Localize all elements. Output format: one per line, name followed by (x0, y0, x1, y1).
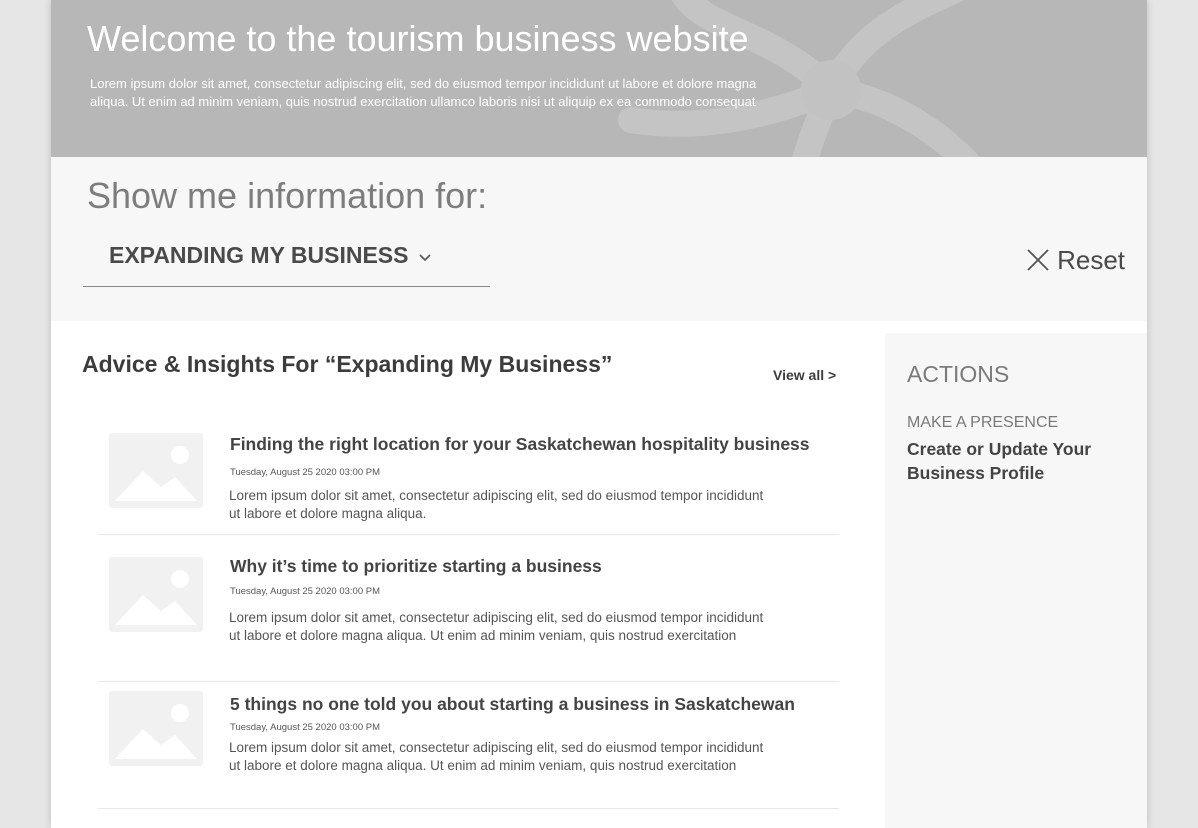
hero-description: Lorem ipsum dolor sit amet, consectetur … (90, 76, 757, 109)
article-excerpt: Lorem ipsum dolor sit amet, consectetur … (229, 610, 764, 643)
section-title: Advice & Insights For “Expanding My Busi… (82, 351, 613, 377)
article-item[interactable]: 5 things no one told you about starting … (98, 682, 839, 809)
chevron-down-icon (419, 254, 431, 262)
article-excerpt: Lorem ipsum dolor sit amet, consectetur … (229, 488, 764, 521)
image-placeholder-icon (109, 433, 203, 508)
hero-banner: Welcome to the tourism business website … (51, 0, 1147, 157)
page: Welcome to the tourism business website … (51, 0, 1147, 828)
article-title: Why it’s time to prioritize starting a b… (230, 556, 602, 576)
article-item[interactable]: Finding the right location for your Sask… (98, 413, 839, 535)
filter-panel: Show me information for: EXPANDING MY BU… (51, 157, 1147, 321)
filter-heading: Show me information for: (87, 175, 488, 216)
hero-title: Welcome to the tourism business website (87, 18, 749, 59)
audience-dropdown[interactable]: EXPANDING MY BUSINESS (83, 232, 490, 287)
sidebar-heading: ACTIONS (907, 361, 1010, 387)
dropdown-selected-value: EXPANDING MY BUSINESS (109, 242, 409, 268)
reset-button[interactable]: Reset (1027, 244, 1125, 276)
actions-sidebar: ACTIONS MAKE A PRESENCE Create or Update… (885, 333, 1147, 828)
article-date: Tuesday, August 25 2020 03:00 PM (230, 722, 380, 733)
reset-label: Reset (1057, 244, 1125, 275)
main-content: Advice & Insights For “Expanding My Busi… (51, 321, 885, 828)
article-item[interactable]: Why it’s time to prioritize starting a b… (98, 535, 839, 682)
view-all-link[interactable]: View all > (773, 367, 836, 383)
sidebar-subheading: MAKE A PRESENCE (907, 414, 1059, 431)
image-placeholder-icon (109, 557, 203, 632)
article-date: Tuesday, August 25 2020 03:00 PM (230, 467, 380, 478)
article-excerpt: Lorem ipsum dolor sit amet, consectetur … (229, 740, 764, 773)
article-date: Tuesday, August 25 2020 03:00 PM (230, 586, 380, 597)
close-icon (1027, 249, 1049, 271)
image-placeholder-icon (109, 691, 203, 766)
create-business-profile-link[interactable]: Create or Update Your Business Profile (907, 437, 1137, 485)
article-title: Finding the right location for your Sask… (230, 434, 810, 454)
article-title: 5 things no one told you about starting … (230, 694, 795, 714)
